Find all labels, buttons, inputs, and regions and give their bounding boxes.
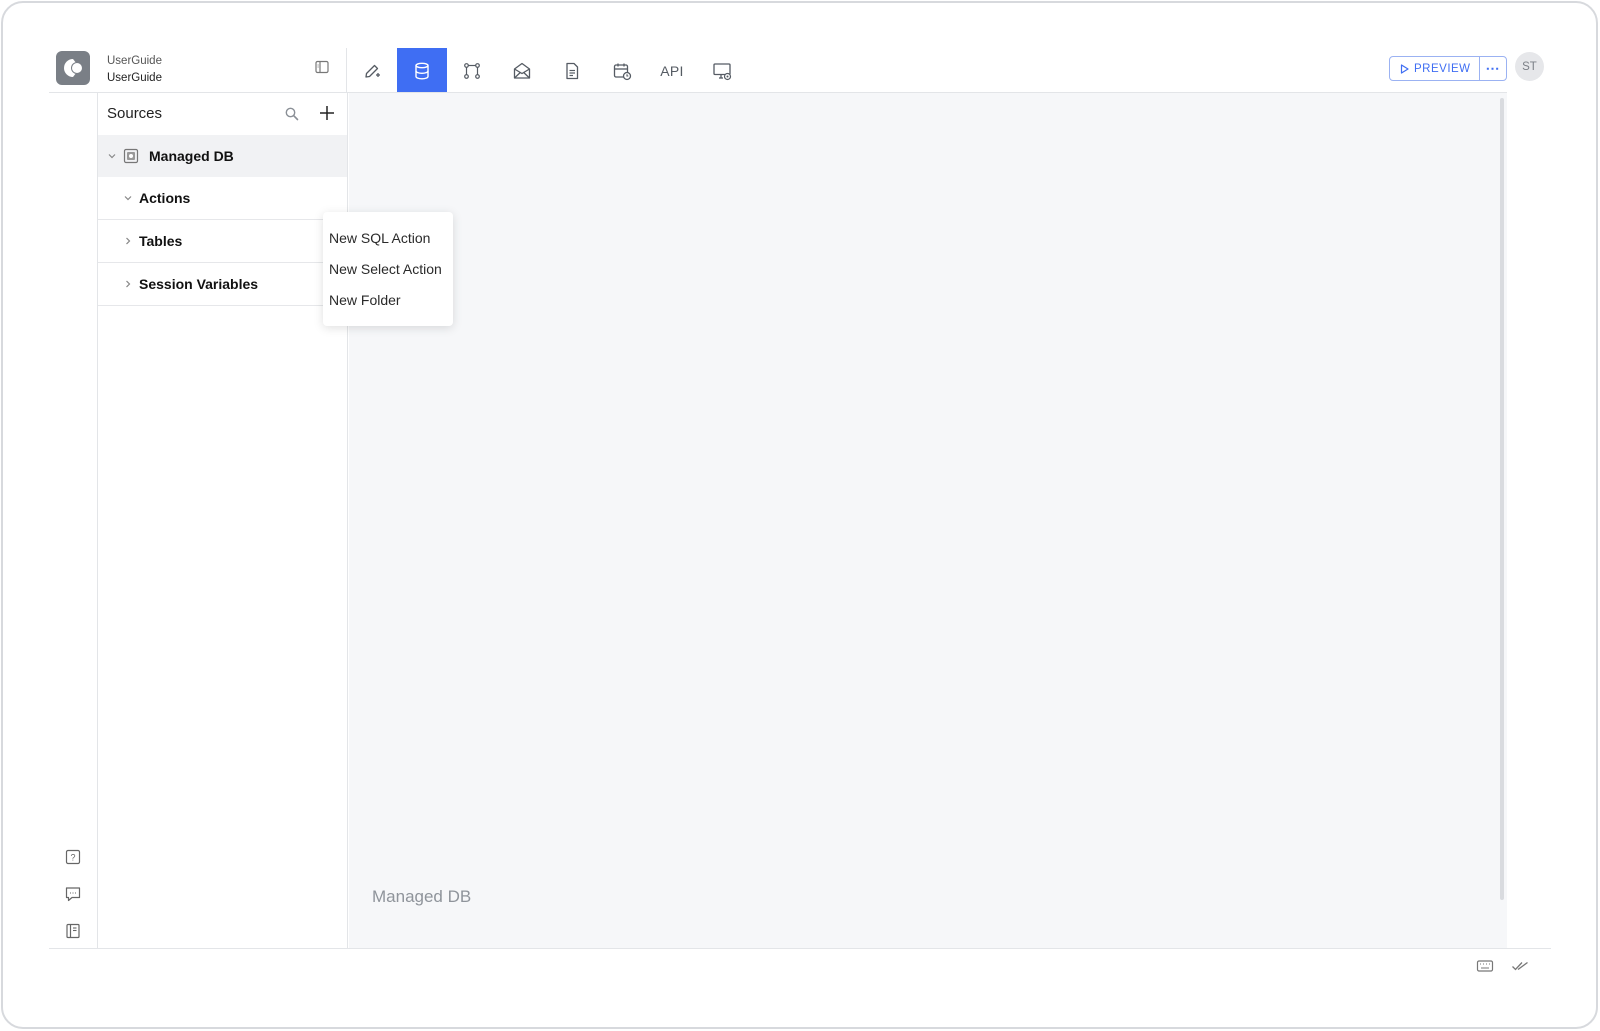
document-icon xyxy=(566,62,579,80)
project-name: UserGuide xyxy=(107,72,162,84)
api-tab-label: API xyxy=(660,63,684,79)
book-icon[interactable] xyxy=(64,922,82,940)
logo-icon xyxy=(64,59,83,77)
chevron-right-icon xyxy=(126,280,131,288)
sources-panel: Sources Managed DB Actions Tables Sessio… xyxy=(98,93,348,948)
chevron-down-icon xyxy=(124,196,132,201)
tree-item-tables[interactable]: Tables xyxy=(98,220,347,263)
monitor-gear-icon xyxy=(713,63,732,81)
search-icon[interactable] xyxy=(284,106,300,122)
edit-pages-tab[interactable] xyxy=(347,48,397,94)
tree-item-label: Tables xyxy=(139,233,183,249)
top-nav: API xyxy=(347,48,747,94)
play-icon xyxy=(1400,63,1409,74)
scheduler-tab[interactable] xyxy=(597,48,647,94)
settings-tab[interactable] xyxy=(697,48,747,94)
preview-label: PREVIEW xyxy=(1414,62,1471,75)
tree-item-label: Actions xyxy=(139,190,191,206)
chevron-right-icon xyxy=(126,237,131,245)
canvas-scrollbar[interactable] xyxy=(1500,98,1504,900)
project-info: UserGuide UserGuide xyxy=(107,53,162,87)
pencil-plus-icon xyxy=(365,64,380,78)
chat-icon[interactable] xyxy=(64,885,82,903)
tree-item-session-variables[interactable]: Session Variables xyxy=(98,263,347,306)
help-icon[interactable]: ? xyxy=(64,848,82,866)
data-tab[interactable] xyxy=(397,48,447,94)
tree-item-label: Session Variables xyxy=(139,276,259,292)
add-source-icon[interactable] xyxy=(318,104,336,122)
svg-text:?: ? xyxy=(70,853,75,863)
database-icon xyxy=(415,62,429,80)
tree-item-managed-db[interactable]: Managed DB xyxy=(98,135,347,177)
footer-border xyxy=(49,948,1551,949)
db-source-icon xyxy=(123,148,139,164)
keyboard-icon[interactable] xyxy=(1476,958,1494,974)
canvas-label: Managed DB xyxy=(372,887,472,906)
chevron-down-icon xyxy=(108,154,116,159)
preview-button[interactable]: PREVIEW xyxy=(1390,57,1480,80)
double-check-icon[interactable] xyxy=(1511,958,1529,974)
documents-tab[interactable] xyxy=(547,48,597,94)
app-logo[interactable] xyxy=(56,51,90,85)
calendar-clock-icon xyxy=(613,63,632,81)
flow-icon xyxy=(464,63,480,79)
email-tab[interactable] xyxy=(497,48,547,94)
api-tab[interactable]: API xyxy=(647,48,697,94)
flows-tab[interactable] xyxy=(447,48,497,94)
envelope-open-icon xyxy=(513,62,531,79)
menu-item-new-sql-action[interactable]: New SQL Action xyxy=(323,223,453,254)
avatar[interactable]: ST xyxy=(1515,52,1544,81)
sources-title: Sources xyxy=(107,105,163,122)
project-org: UserGuide xyxy=(107,55,162,67)
menu-item-new-select-action[interactable]: New Select Action xyxy=(323,254,453,285)
tree-item-actions[interactable]: Actions xyxy=(98,177,347,220)
tree-item-label: Managed DB xyxy=(149,148,234,164)
menu-item-new-folder[interactable]: New Folder xyxy=(323,285,453,316)
preview-group: PREVIEW ⋯ xyxy=(1389,56,1507,81)
add-action-menu: New SQL Action New Select Action New Fol… xyxy=(323,212,453,326)
more-options-button[interactable]: ⋯ xyxy=(1480,57,1506,80)
main-canvas xyxy=(349,93,1507,948)
sidebar-toggle-icon[interactable] xyxy=(314,59,330,75)
